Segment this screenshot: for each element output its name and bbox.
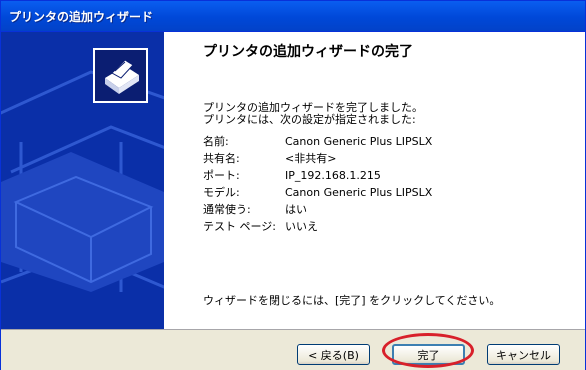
setting-value-share: <非共有> <box>285 152 337 165</box>
setting-label-name: 名前: <box>203 135 229 148</box>
setting-value-testpage: いいえ <box>285 220 318 233</box>
setting-value-model: Canon Generic Plus LIPSLX <box>285 186 433 199</box>
setting-value-default: はい <box>285 203 307 216</box>
wizard-content: プリンタの追加ウィザードの完了 プリンタの追加ウィザードを完了しました。 プリン… <box>1 32 585 329</box>
button-bar: < 戻る(B) 完了 キャンセル <box>1 329 585 370</box>
printer-icon <box>93 48 148 103</box>
setting-label-share: 共有名: <box>203 152 240 165</box>
finish-button[interactable]: 完了 <box>392 344 465 365</box>
intro-line-2: プリンタには、次の設定が指定されました: <box>203 113 416 126</box>
wizard-sidebar-graphic <box>1 32 164 329</box>
setting-value-name: Canon Generic Plus LIPSLX <box>285 135 433 148</box>
setting-label-port: ポート: <box>203 169 240 182</box>
setting-value-port: IP_192.168.1.215 <box>285 169 381 182</box>
setting-label-default: 通常使う: <box>203 203 251 216</box>
title-bar[interactable]: プリンタの追加ウィザード <box>1 1 585 32</box>
back-button[interactable]: < 戻る(B) <box>297 344 370 365</box>
page-title: プリンタの追加ウィザードの完了 <box>203 44 413 60</box>
finish-instruction: ウィザードを閉じるには、[完了] をクリックしてください。 <box>203 294 501 307</box>
cancel-button[interactable]: キャンセル <box>487 344 560 365</box>
wizard-window: プリンタの追加ウィザード プリンタの追加ウィザードの完了 プリンタの追加ウィザー… <box>0 0 586 370</box>
window-title: プリンタの追加ウィザード <box>9 10 154 24</box>
setting-label-testpage: テスト ページ: <box>203 220 276 233</box>
setting-label-model: モデル: <box>203 186 240 199</box>
